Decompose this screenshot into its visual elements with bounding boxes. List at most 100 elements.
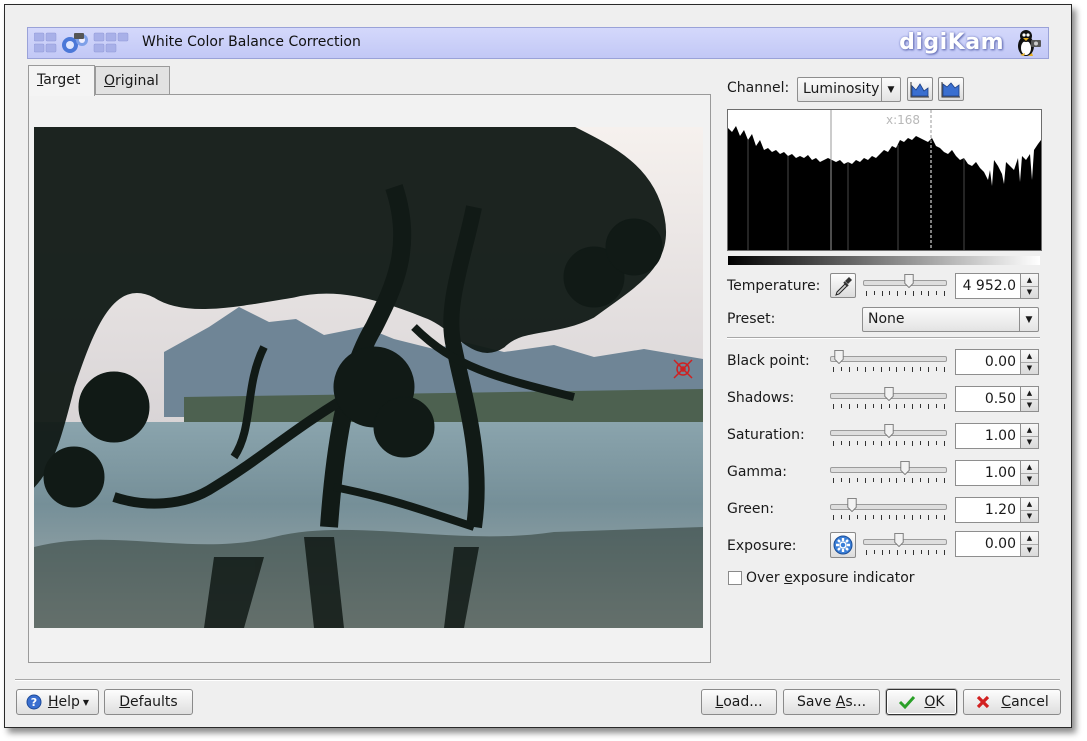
spin-down-icon[interactable]: ▼: [1021, 399, 1038, 411]
log-histogram-icon: [941, 82, 960, 98]
overexposure-label-pre: Over: [746, 570, 785, 586]
help-menu-arrow-icon: ▼: [82, 697, 90, 707]
temperature-spin-buttons[interactable]: ▲ ▼: [1020, 274, 1038, 298]
saturation-value: 1.00: [984, 428, 1016, 444]
help-label: elp: [58, 694, 80, 710]
save-as-button[interactable]: Save As...: [783, 689, 880, 715]
shadows-spin-buttons[interactable]: ▲ ▼: [1020, 387, 1038, 411]
cancel-x-icon: [977, 695, 990, 709]
gamma-input[interactable]: 1.00 ▲ ▼: [955, 460, 1039, 486]
black-point-slider[interactable]: [830, 349, 947, 375]
linear-scale-button[interactable]: [907, 77, 933, 101]
gamma-spin-buttons[interactable]: ▲ ▼: [1020, 461, 1038, 485]
shadows-label: Shadows:: [727, 390, 795, 406]
preset-select[interactable]: None ▼: [862, 307, 1039, 332]
slider-handle[interactable]: [894, 533, 904, 547]
help-mnemonic: H: [47, 694, 59, 710]
histogram-view[interactable]: x:168: [727, 109, 1042, 251]
green-input[interactable]: 1.20 ▲ ▼: [955, 497, 1039, 523]
slider-handle[interactable]: [834, 350, 844, 364]
app-brand: digiKam: [899, 30, 1004, 55]
tab-target[interactable]: Target: [28, 65, 95, 96]
green-slider[interactable]: [830, 497, 947, 523]
slider-handle[interactable]: [904, 274, 914, 288]
gamma-slider[interactable]: [830, 460, 947, 486]
temperature-label: Temperature:: [727, 278, 821, 294]
svg-text:?: ?: [31, 696, 37, 709]
exposure-value: 0.00: [984, 536, 1016, 552]
ok-label: K: [935, 694, 945, 710]
ok-button[interactable]: OK: [886, 689, 957, 715]
exposure-label: Exposure:: [727, 538, 797, 554]
green-value: 1.20: [984, 502, 1016, 518]
preview-photo[interactable]: [34, 127, 703, 628]
section-divider: [727, 337, 1040, 339]
gamma-label: Gamma:: [727, 464, 787, 480]
saturation-spin-buttons[interactable]: ▲ ▼: [1020, 424, 1038, 448]
histogram-marker-label: x:168: [886, 113, 921, 127]
tab-target-label: arget: [43, 72, 81, 88]
gear-icon: [833, 535, 853, 555]
tab-original[interactable]: Original: [95, 66, 170, 94]
overexposure-label[interactable]: Over exposure indicator: [746, 570, 915, 586]
dialog-window: White Color Balance Correction digiKam T…: [4, 4, 1072, 728]
picker-crosshair-icon: [673, 359, 693, 379]
saturation-input[interactable]: 1.00 ▲ ▼: [955, 423, 1039, 449]
slider-handle[interactable]: [883, 424, 894, 438]
histogram-plot: [728, 110, 1041, 250]
shadows-slider[interactable]: [830, 386, 947, 412]
save-as-label: s...: [845, 694, 867, 710]
channel-select-value: Luminosity: [803, 81, 880, 97]
exposure-slider[interactable]: [863, 532, 947, 558]
spin-down-icon[interactable]: ▼: [1021, 436, 1038, 448]
black-point-spin-buttons[interactable]: ▲ ▼: [1020, 350, 1038, 374]
green-label: Green:: [727, 501, 775, 517]
dialog-title: White Color Balance Correction: [142, 34, 361, 50]
chevron-down-icon: ▼: [881, 78, 900, 101]
exposure-spin-buttons[interactable]: ▲ ▼: [1020, 532, 1038, 556]
overexposure-label-post: xposure indicator: [792, 570, 915, 586]
preview-panel: [28, 94, 711, 663]
shadows-input[interactable]: 0.50 ▲ ▼: [955, 386, 1039, 412]
saturation-slider[interactable]: [830, 423, 947, 449]
slider-groove: [863, 539, 947, 545]
help-icon: ?: [26, 694, 42, 710]
log-scale-button[interactable]: [938, 77, 964, 101]
slider-ticks: [866, 291, 945, 296]
spin-down-icon[interactable]: ▼: [1021, 510, 1038, 522]
spin-down-icon[interactable]: ▼: [1021, 362, 1038, 374]
temperature-slider[interactable]: [863, 273, 947, 299]
help-button[interactable]: ? Help ▼: [16, 689, 99, 715]
slider-ticks: [833, 478, 945, 483]
app-grid-logo-icon: [34, 32, 129, 53]
slider-handle[interactable]: [883, 387, 894, 401]
cancel-mnemonic: C: [1001, 694, 1012, 710]
channel-select[interactable]: Luminosity ▼: [797, 77, 901, 102]
overexposure-checkbox[interactable]: [728, 571, 742, 585]
spin-down-icon[interactable]: ▼: [1021, 544, 1038, 556]
slider-ticks: [833, 404, 945, 409]
slider-groove: [830, 356, 947, 362]
black-point-input[interactable]: 0.00 ▲ ▼: [955, 349, 1039, 375]
cancel-button[interactable]: Cancel: [963, 689, 1061, 715]
slider-ticks: [866, 550, 945, 555]
load-button[interactable]: Load...: [701, 689, 777, 715]
spin-down-icon[interactable]: ▼: [1021, 286, 1038, 298]
auto-exposure-button[interactable]: [830, 532, 856, 558]
channel-label: Channel:: [727, 80, 790, 96]
slider-handle[interactable]: [899, 461, 910, 475]
spin-down-icon[interactable]: ▼: [1021, 473, 1038, 485]
temperature-input[interactable]: 4 952.0 ▲ ▼: [955, 273, 1039, 299]
preset-select-value: None: [868, 311, 905, 327]
exposure-input[interactable]: 0.00 ▲ ▼: [955, 531, 1039, 557]
gamma-value: 1.00: [984, 465, 1016, 481]
tab-original-mnemonic: O: [104, 73, 116, 89]
green-spin-buttons[interactable]: ▲ ▼: [1020, 498, 1038, 522]
defaults-button[interactable]: Defaults: [104, 689, 193, 715]
save-as-label-pre: Save: [796, 694, 836, 710]
load-label: oad...: [723, 694, 763, 710]
pick-temperature-button[interactable]: [830, 273, 856, 298]
black-point-value: 0.00: [984, 354, 1016, 370]
slider-handle[interactable]: [847, 498, 857, 512]
save-as-mnemonic: A: [835, 694, 846, 710]
